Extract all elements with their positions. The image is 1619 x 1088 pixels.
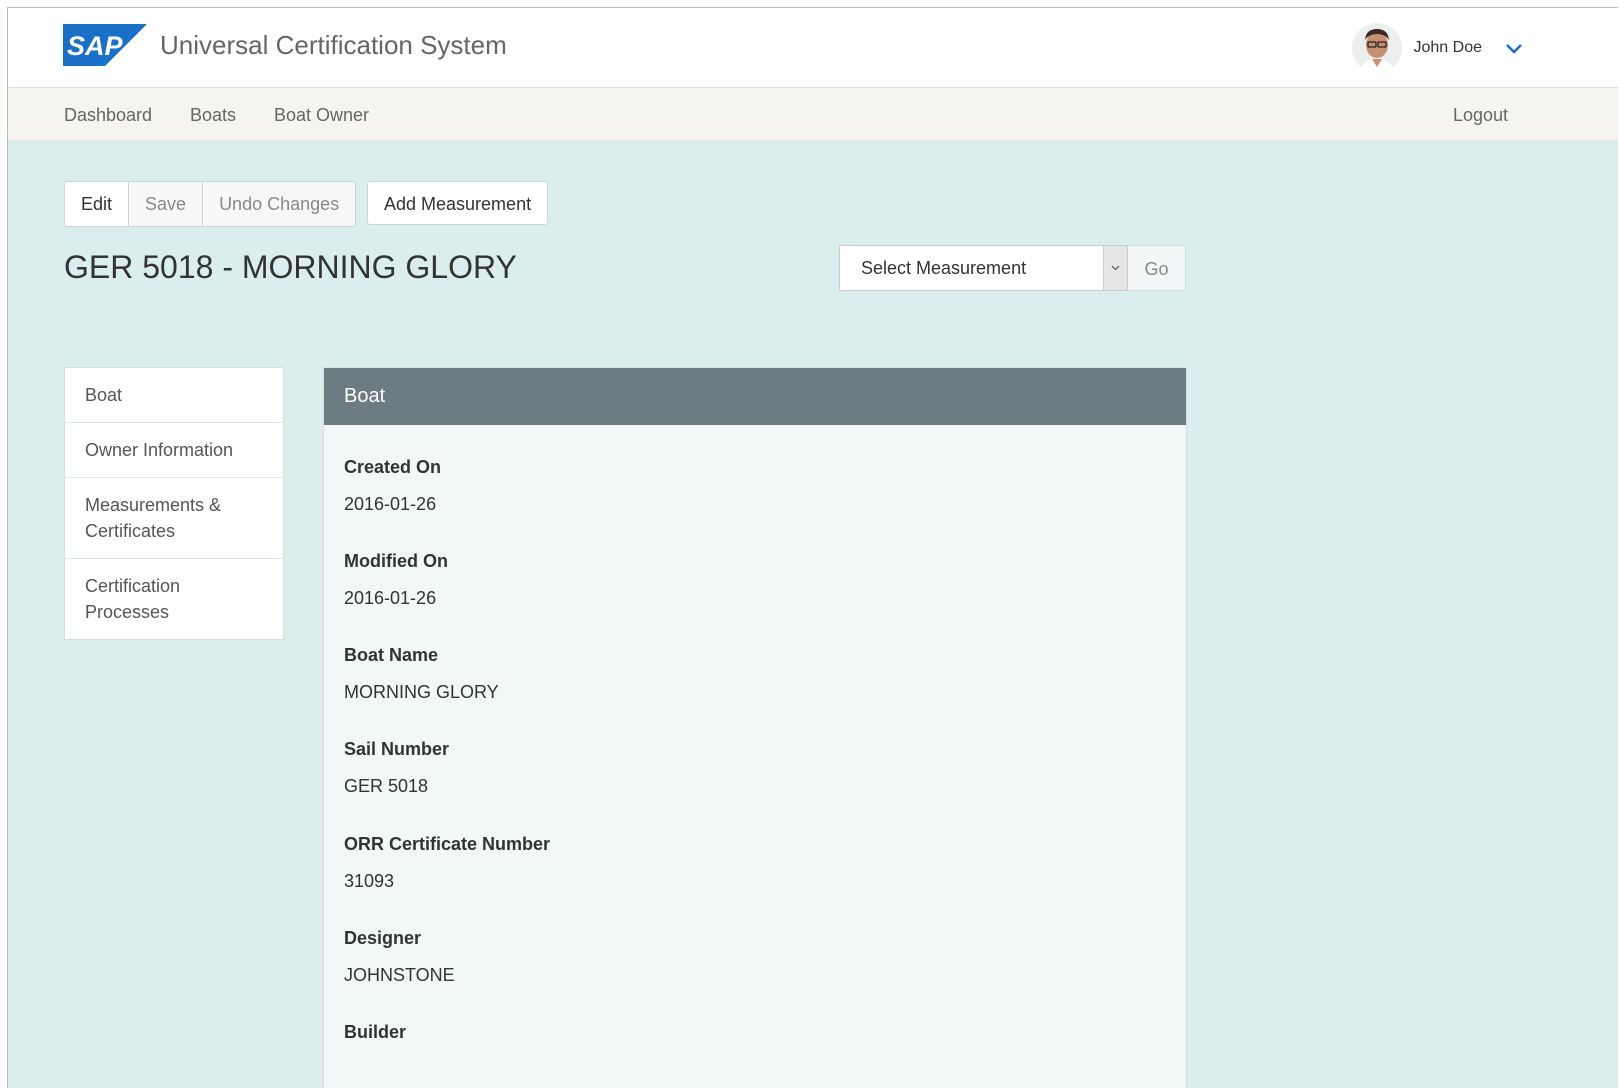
sidebar-item-owner-information[interactable]: Owner Information bbox=[65, 423, 283, 478]
app-window: SAP Universal Certification System John … bbox=[7, 7, 1618, 1088]
sidebar-item-measurements-certificates[interactable]: Measurements & Certificates bbox=[65, 478, 283, 559]
nav-boat-owner[interactable]: Boat Owner bbox=[274, 105, 369, 126]
field-modified-on: Modified On 2016-01-26 bbox=[344, 551, 448, 609]
main-content: Edit Save Undo Changes Add Measurement G… bbox=[8, 141, 1618, 1088]
main-nav: Dashboard Boats Boat Owner Logout bbox=[8, 88, 1618, 141]
field-label: Sail Number bbox=[344, 739, 450, 759]
edit-button[interactable]: Edit bbox=[65, 182, 130, 226]
sidebar-item-boat[interactable]: Boat bbox=[65, 368, 283, 423]
measurement-select-value: Select Measurement bbox=[861, 258, 1027, 278]
user-menu[interactable]: John Doe bbox=[1351, 23, 1525, 73]
panel-title: Boat bbox=[324, 368, 1186, 425]
field-label: Boat Name bbox=[344, 645, 439, 665]
logo-text: SAP bbox=[67, 31, 124, 61]
add-measurement-button[interactable]: Add Measurement bbox=[367, 181, 549, 225]
field-value: JOHNSTONE bbox=[344, 965, 455, 985]
field-label: Created On bbox=[344, 457, 442, 477]
sidebar-item-certification-processes[interactable]: Certification Processes bbox=[65, 559, 283, 639]
section-nav: Boat Owner Information Measurements & Ce… bbox=[64, 367, 284, 640]
field-builder: Builder bbox=[344, 1022, 406, 1059]
field-label: Modified On bbox=[344, 551, 448, 571]
field-label: Builder bbox=[344, 1022, 407, 1042]
field-value: MORNING GLORY bbox=[344, 682, 499, 702]
edit-toolbar: Edit Save Undo Changes bbox=[64, 181, 357, 227]
field-label: ORR Certificate Number bbox=[344, 834, 551, 854]
field-boat-name: Boat Name MORNING GLORY bbox=[344, 645, 499, 703]
page-title: GER 5018 - MORNING GLORY bbox=[64, 249, 517, 285]
app-title: Universal Certification System bbox=[160, 30, 507, 60]
field-created-on: Created On 2016-01-26 bbox=[344, 457, 441, 515]
nav-dashboard[interactable]: Dashboard bbox=[64, 105, 152, 126]
field-label: Designer bbox=[344, 928, 422, 948]
field-sail-number: Sail Number GER 5018 bbox=[344, 739, 449, 797]
go-button[interactable]: Go bbox=[1128, 245, 1186, 291]
field-value: 2016-01-26 bbox=[344, 494, 437, 514]
boat-panel: Boat Created On 2016-01-26 Modified On 2… bbox=[323, 367, 1187, 1088]
field-value: 31093 bbox=[344, 871, 395, 891]
top-bar: SAP Universal Certification System John … bbox=[8, 8, 1618, 88]
measurement-select[interactable]: Select Measurement bbox=[839, 245, 1128, 291]
field-value: 2016-01-26 bbox=[344, 588, 437, 608]
logout-link[interactable]: Logout bbox=[1453, 105, 1508, 126]
nav-boats[interactable]: Boats bbox=[190, 105, 236, 126]
chevron-down-icon bbox=[1111, 265, 1120, 271]
undo-changes-button[interactable]: Undo Changes bbox=[203, 182, 356, 226]
sap-logo[interactable]: SAP bbox=[63, 24, 147, 66]
select-arrow[interactable] bbox=[1103, 246, 1127, 290]
save-button[interactable]: Save bbox=[129, 182, 204, 226]
chevron-down-icon[interactable] bbox=[1504, 41, 1524, 55]
user-name: John Doe bbox=[1413, 39, 1483, 56]
field-orr-certificate-number: ORR Certificate Number 31093 bbox=[344, 834, 550, 892]
field-value: GER 5018 bbox=[344, 776, 429, 796]
field-designer: Designer JOHNSTONE bbox=[344, 928, 455, 986]
avatar[interactable] bbox=[1351, 23, 1402, 73]
